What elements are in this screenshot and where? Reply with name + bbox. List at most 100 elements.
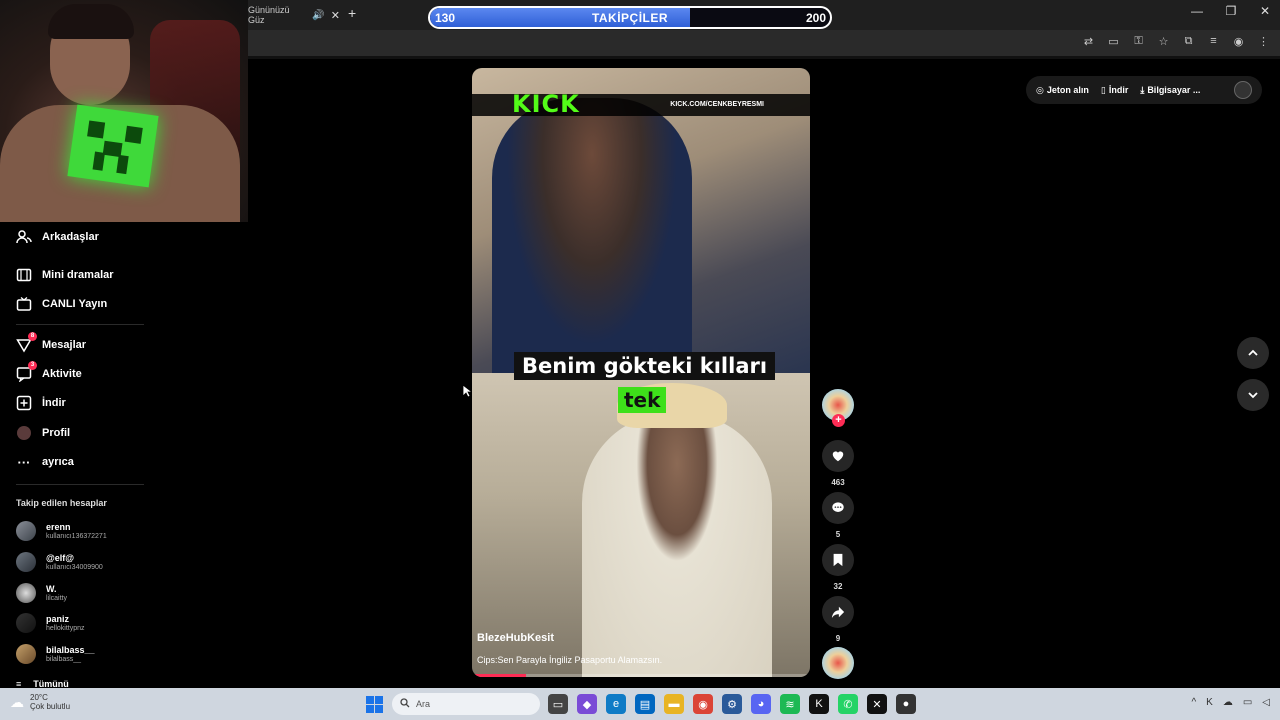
chevron-down-icon <box>1248 392 1258 399</box>
network-icon[interactable]: ▭ <box>1243 697 1252 708</box>
sidebar-item-label: ayrıca <box>42 456 74 468</box>
menu-icon[interactable]: ⋮ <box>1257 35 1270 48</box>
onedrive-icon[interactable]: ☁ <box>1223 697 1233 708</box>
sidebar-item-download[interactable]: İndir <box>16 395 66 411</box>
weather-widget[interactable]: ☁ 20°C Çok bulutlu <box>10 693 70 711</box>
discord-icon[interactable]: ◕ <box>751 694 771 714</box>
obs-icon[interactable]: ● <box>896 694 916 714</box>
profile-icon[interactable]: ◉ <box>1232 35 1245 48</box>
browser-tab[interactable]: Gününüzü Güz 🔊 ✕ <box>248 4 340 26</box>
sidebar-item-messages[interactable]: 8 Mesajlar <box>16 332 86 353</box>
minimize-button[interactable]: — <box>1190 4 1204 18</box>
key-icon[interactable]: ⚿ <box>1132 35 1145 48</box>
msn-icon[interactable]: ◆ <box>577 694 597 714</box>
avatar <box>16 552 36 572</box>
close-tab-icon[interactable]: ✕ <box>331 9 340 22</box>
sidebar-item-mini-dramas[interactable]: Mini dramalar <box>16 267 114 283</box>
toolbar-divider <box>248 56 1280 59</box>
sidebar-item-live[interactable]: CANLI Yayın <box>16 296 107 312</box>
avatar <box>16 644 36 664</box>
next-video-button[interactable] <box>1237 379 1269 411</box>
sidebar-divider <box>16 324 144 325</box>
comment-action[interactable]: 5 <box>822 492 854 539</box>
download-app-label: İndir <box>1108 85 1129 95</box>
bookmark-icon[interactable] <box>822 544 854 576</box>
like-action[interactable]: 463 <box>822 440 854 487</box>
following-account[interactable]: bilalbass__ bilalbass__ <box>16 644 95 664</box>
task-view-icon[interactable]: ▭ <box>548 694 568 714</box>
translate-icon[interactable]: ⇄ <box>1082 35 1095 48</box>
sidebar-item-friends[interactable]: Arkadaşlar <box>16 229 99 245</box>
star-icon[interactable]: ☆ <box>1157 35 1170 48</box>
sidebar-item-label: Aktivite <box>42 368 82 380</box>
coin-icon: ◎ <box>1036 84 1044 95</box>
following-account[interactable]: @elf@ kullanıcı34009900 <box>16 552 103 572</box>
screen-icon[interactable]: ▭ <box>1107 35 1120 48</box>
save-action[interactable]: 32 <box>822 544 854 591</box>
video-progress-fill <box>472 674 527 677</box>
speaker-icon[interactable]: 🔊 <box>312 10 324 21</box>
store-icon[interactable]: ▤ <box>635 694 655 714</box>
previous-video-button[interactable] <box>1237 337 1269 369</box>
weather-condition: Çok bulutlu <box>30 702 71 711</box>
capcut-icon[interactable]: ✕ <box>867 694 887 714</box>
chevron-up-tray-icon[interactable]: ^ <box>1191 697 1196 708</box>
profile-avatar-icon <box>16 425 32 441</box>
download-arrow-icon: ⤓ <box>1140 84 1145 95</box>
sidebar-item-label: Profil <box>42 427 71 439</box>
account-name: @elf@ <box>46 552 75 563</box>
sidebar-item-more[interactable]: ··· ayrıca <box>16 454 74 470</box>
share-count: 9 <box>835 634 841 643</box>
cloud-icon: ☁ <box>10 693 24 710</box>
browser-toolbar: ⇄ ▭ ⚿ ☆ ⧉ ≡ ◉ ⋮ <box>248 30 1280 56</box>
mouse-cursor-icon <box>462 384 474 401</box>
video-player[interactable]: KICK KICK.COM/CENKBEYRESMI Benim gökteki… <box>472 68 810 677</box>
sidebar-item-profile[interactable]: Profil <box>16 425 70 441</box>
extensions-icon[interactable]: ⧉ <box>1182 35 1195 48</box>
kick-logo: KICK <box>512 90 580 118</box>
streamer-hair <box>48 4 134 39</box>
windows-start-icon[interactable] <box>366 696 383 713</box>
following-account[interactable]: erenn kullanıcı136372271 <box>16 521 107 541</box>
like-count: 463 <box>831 478 845 487</box>
comment-icon[interactable] <box>822 492 854 524</box>
spotify-icon[interactable]: ≋ <box>780 694 800 714</box>
kick-app-icon[interactable]: K <box>809 694 829 714</box>
folder-icon[interactable]: ▬ <box>664 694 684 714</box>
share-icon[interactable] <box>822 596 854 628</box>
follow-plus-button[interactable]: + <box>832 414 845 427</box>
following-account[interactable]: W. lilcaitty <box>16 583 67 603</box>
restore-button[interactable]: ❐ <box>1224 4 1238 18</box>
download-app-button[interactable]: ▯ İndir <box>1101 85 1128 96</box>
following-account[interactable]: paniz hellokittypnz <box>16 613 85 633</box>
avatar <box>16 583 36 603</box>
get-coins-label: Jeton alın <box>1046 85 1089 95</box>
close-window-button[interactable]: ✕ <box>1258 4 1272 18</box>
get-coins-button[interactable]: ◎ Jeton alın <box>1036 85 1089 96</box>
taskbar-apps: ▭ ◆ e ▤ ▬ ◉ ⚙ ◕ ≋ K ✆ ✕ ● <box>548 694 916 714</box>
avatar <box>16 613 36 633</box>
window-controls: — ❐ ✕ <box>1190 4 1272 18</box>
kick-tray-icon[interactable]: K <box>1206 697 1213 708</box>
account-handle: kullanıcı34009900 <box>46 563 103 571</box>
live-icon <box>16 296 32 312</box>
sidebar-item-label: Mini dramalar <box>42 269 114 281</box>
sidebar-item-label: CANLI Yayın <box>42 298 108 310</box>
computer-app-button[interactable]: ⤓ Bilgisayar ... <box>1140 85 1200 96</box>
share-action[interactable]: 9 <box>822 596 854 643</box>
whatsapp-icon[interactable]: ✆ <box>838 694 858 714</box>
taskbar-search[interactable]: Ara <box>392 693 540 715</box>
edge-icon[interactable]: e <box>606 694 626 714</box>
volume-icon[interactable]: ◁ <box>1262 697 1270 708</box>
user-avatar[interactable] <box>1234 81 1252 99</box>
download-icon <box>16 395 32 411</box>
chrome-icon[interactable]: ◉ <box>693 694 713 714</box>
windows-taskbar: ☁ 20°C Çok bulutlu Ara ▭ ◆ e ▤ ▬ ◉ ⚙ ◕ ≋… <box>0 688 1280 720</box>
heart-icon[interactable] <box>822 440 854 472</box>
video-username[interactable]: BlezeHubKesit <box>477 632 554 644</box>
new-tab-button[interactable]: + <box>348 5 356 21</box>
sidebar-item-activity[interactable]: 3 Aktivite <box>16 361 82 382</box>
media-icon[interactable]: ≡ <box>1207 35 1220 48</box>
steam-icon[interactable]: ⚙ <box>722 694 742 714</box>
sound-avatar[interactable] <box>822 647 854 679</box>
